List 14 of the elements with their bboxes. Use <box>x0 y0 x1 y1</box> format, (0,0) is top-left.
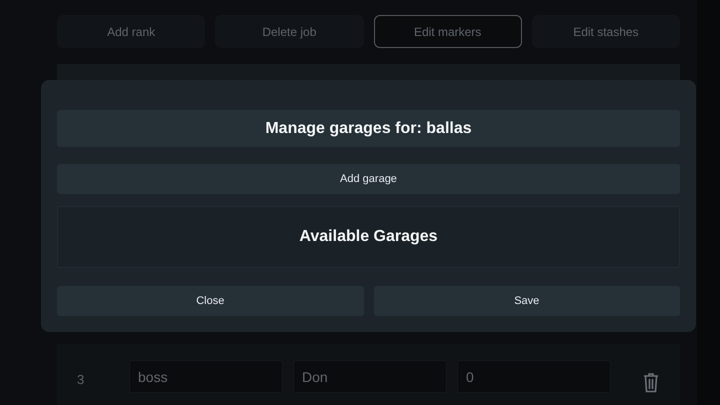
label-field[interactable]: Don <box>293 360 447 393</box>
name-field[interactable]: boss <box>129 360 283 393</box>
section-title: Available Garages <box>299 228 438 246</box>
action-button[interactable]: Delete job <box>215 15 364 48</box>
grade-cell-text: 3 <box>77 371 86 387</box>
salary-field[interactable]: 0 <box>457 360 611 393</box>
add-garage-button[interactable]: Add garage <box>57 164 680 194</box>
dialog-button[interactable]: Save <box>374 286 680 316</box>
modal-title: Manage garages for: ballas <box>57 110 680 147</box>
trash-icon[interactable] <box>643 372 659 392</box>
action-button[interactable]: Edit markers <box>374 15 522 48</box>
dialog-button[interactable]: Close <box>57 286 364 316</box>
action-button[interactable]: Edit stashes <box>532 15 680 48</box>
action-button[interactable]: Add rank <box>57 15 206 48</box>
